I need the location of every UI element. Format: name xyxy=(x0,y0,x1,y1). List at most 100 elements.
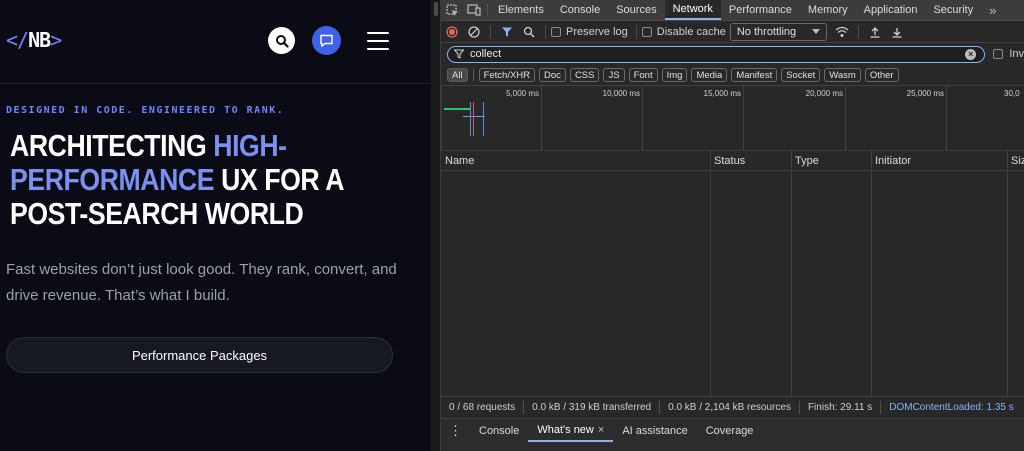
network-summary-bar: 0 / 68 requests 0.0 kB / 319 kB transfer… xyxy=(441,396,1024,418)
timeline-tick-label: 20,000 ms xyxy=(805,89,843,98)
logo-close: > xyxy=(50,28,62,52)
disable-cache-label: Disable cache xyxy=(656,25,726,38)
hamburger-menu-icon[interactable] xyxy=(367,32,389,50)
invert-label: Inv xyxy=(1009,48,1024,60)
inspect-element-icon[interactable] xyxy=(441,0,463,20)
search-icon xyxy=(275,34,289,48)
logo-open: </ xyxy=(6,28,29,52)
record-icon xyxy=(446,25,458,38)
requests-count: 0 / 68 requests xyxy=(449,402,516,413)
preserve-log-checkbox[interactable]: Preserve log xyxy=(551,26,628,38)
tab-elements[interactable]: Elements xyxy=(490,0,552,20)
finish-time: Finish: 29.11 s xyxy=(807,402,873,413)
preserve-log-label: Preserve log xyxy=(566,25,628,38)
hero-lead: Fast websites don’t just look good. They… xyxy=(6,261,397,304)
checkbox-box xyxy=(993,49,1004,59)
invert-checkbox[interactable]: Inv xyxy=(993,48,1024,60)
type-filter-wasm[interactable]: Wasm xyxy=(824,68,861,82)
type-filter-css[interactable]: CSS xyxy=(569,68,600,82)
type-filter-other[interactable]: Other xyxy=(864,68,899,82)
hero-eyebrow: DESIGNED IN CODE. ENGINEERED TO RANK. xyxy=(6,105,285,116)
panel-divider[interactable] xyxy=(431,0,441,451)
search-button[interactable] xyxy=(268,27,295,54)
more-tabs-button[interactable]: » xyxy=(981,0,1004,20)
devtools-drawer: ⋮ Console What's new × AI assistance Coverag… xyxy=(441,418,1024,451)
timeline-tick-label: 15,000 ms xyxy=(703,89,741,98)
close-icon[interactable]: × xyxy=(598,424,604,436)
devtools-tabbar: Elements Console Sources Network Performance… xyxy=(441,0,1024,21)
transferred-size: 0.0 kB / 319 kB transferred xyxy=(532,402,652,413)
requests-table-header: Name Status Type Initiator Siz xyxy=(441,151,1024,171)
dom-content-loaded-marker xyxy=(470,102,471,136)
resource-type-filters: All Fetch/XHR Doc CSS JS Font Img Media Manifest… xyxy=(441,65,1024,85)
type-filter-all[interactable]: All xyxy=(447,68,468,82)
import-har-button[interactable] xyxy=(864,21,886,43)
column-header-siz[interactable]: Siz xyxy=(1007,151,1024,171)
site-header: </NB> xyxy=(0,0,431,84)
type-filter-img[interactable]: Img xyxy=(661,68,688,82)
type-filter-fetch-xhr[interactable]: Fetch/XHR xyxy=(478,68,536,82)
type-filter-font[interactable]: Font xyxy=(628,68,658,82)
screen: </NB> DESIGNED IN CODE. ENGINEERED TO RA… xyxy=(0,0,1024,451)
drawer-tab-coverage[interactable]: Coverage xyxy=(697,419,763,442)
drawer-tabbar: ⋮ Console What's new × AI assistance Coverag… xyxy=(441,419,1024,442)
filter-bar: collect × Inv xyxy=(441,43,1024,65)
overview-bar-blue xyxy=(463,116,485,117)
search-network-button[interactable] xyxy=(518,21,540,43)
drawer-tab-what-s-new[interactable]: What's new × xyxy=(528,419,614,442)
performance-packages-button[interactable]: Performance Packages xyxy=(6,337,393,373)
type-filter-media[interactable]: Media xyxy=(691,68,728,82)
filter-toggle-button[interactable] xyxy=(496,21,518,43)
disable-cache-checkbox[interactable]: Disable cache xyxy=(641,25,726,38)
site-logo[interactable]: </NB> xyxy=(6,28,62,52)
type-filter-socket[interactable]: Socket xyxy=(781,68,821,82)
type-filter-manifest[interactable]: Manifest xyxy=(731,68,778,82)
column-header-initiator[interactable]: Initiator xyxy=(871,151,911,171)
load-marker xyxy=(473,102,474,136)
tab-sources[interactable]: Sources xyxy=(608,0,664,20)
upload-icon xyxy=(870,26,880,38)
tab-memory[interactable]: Memory xyxy=(800,0,856,20)
drawer-tab-label: Console xyxy=(479,424,520,437)
clear-button[interactable] xyxy=(463,21,485,43)
drawer-menu-icon[interactable]: ⋮ xyxy=(441,419,470,442)
type-filter-js[interactable]: JS xyxy=(603,68,625,82)
drawer-tab-label: AI assistance xyxy=(622,424,688,437)
checkbox-box xyxy=(641,26,652,37)
tab-application[interactable]: Application xyxy=(856,0,926,20)
column-header-name[interactable]: Name xyxy=(441,151,474,171)
throttling-select[interactable]: No throttling xyxy=(729,22,828,41)
resize-handle[interactable] xyxy=(434,2,438,16)
filter-icon xyxy=(502,27,512,36)
drawer-tab-console[interactable]: Console xyxy=(470,419,528,442)
tab-network[interactable]: Network xyxy=(664,0,721,20)
tab-performance[interactable]: Performance xyxy=(721,0,800,20)
resources-size: 0.0 kB / 2,104 kB resources xyxy=(668,402,791,413)
clear-filter-icon[interactable]: × xyxy=(965,48,977,60)
drawer-tab-ai-assistance[interactable]: AI assistance xyxy=(613,419,696,442)
chevron-down-icon xyxy=(812,29,821,34)
record-button[interactable] xyxy=(441,21,463,43)
throttling-value: No throttling xyxy=(736,25,797,38)
type-filter-doc[interactable]: Doc xyxy=(539,68,566,82)
chat-icon xyxy=(320,34,333,47)
chat-button[interactable] xyxy=(312,26,341,55)
clear-icon xyxy=(468,25,480,38)
download-icon xyxy=(892,27,902,38)
export-har-button[interactable] xyxy=(886,21,908,43)
network-conditions-button[interactable] xyxy=(831,21,853,43)
devtools: Elements Console Sources Network Performance… xyxy=(441,0,1024,451)
timeline-tick-label: 25,000 ms xyxy=(906,89,944,98)
device-toolbar-icon[interactable] xyxy=(463,0,485,20)
filter-input[interactable]: collect × xyxy=(447,45,986,63)
tab-security[interactable]: Security xyxy=(925,0,981,20)
tab-console[interactable]: Console xyxy=(552,0,608,20)
column-header-status[interactable]: Status xyxy=(710,151,745,171)
network-overview[interactable]: 5,000 ms 10,000 ms 15,000 ms 20,000 ms 25,00… xyxy=(441,85,1024,151)
requests-table: Name Status Type Initiator Siz xyxy=(441,151,1024,396)
timeline-tick-label: 5,000 ms xyxy=(506,89,539,98)
timeline-tick-label: 30,0 xyxy=(1004,89,1020,98)
finish-marker xyxy=(483,102,484,136)
filter-icon xyxy=(454,49,464,59)
column-header-type[interactable]: Type xyxy=(791,151,819,171)
